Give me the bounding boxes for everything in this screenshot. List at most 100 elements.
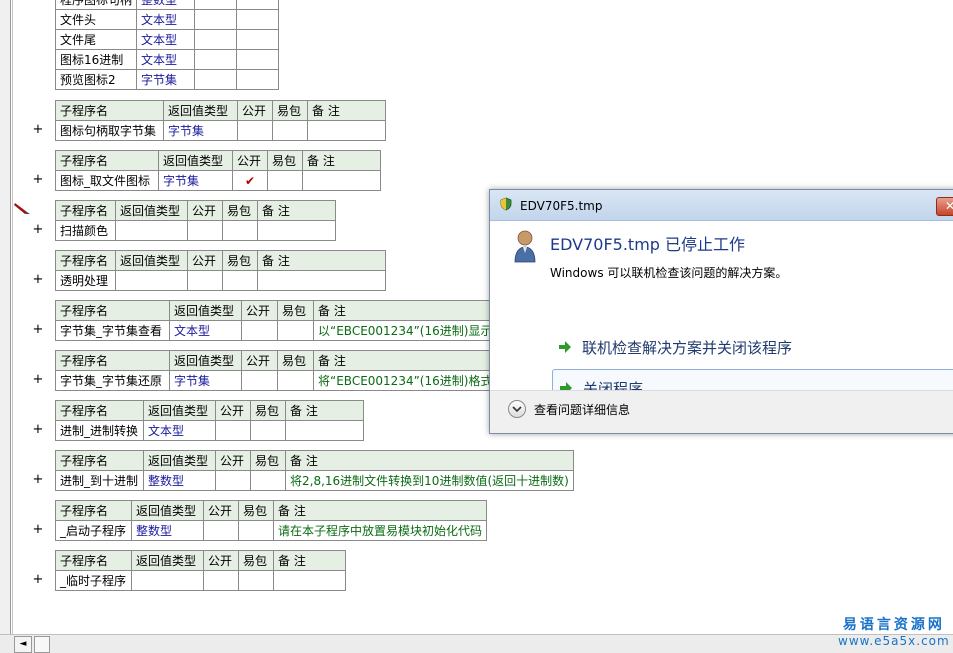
scroll-thumb[interactable] bbox=[34, 636, 50, 653]
sub-return[interactable]: 整数型 bbox=[131, 520, 204, 541]
expand-toggle-icon[interactable]: + bbox=[31, 272, 45, 287]
col-header-public: 公开 bbox=[232, 150, 268, 171]
table-row[interactable]: 透明处理 bbox=[55, 270, 386, 291]
var-type[interactable]: 文本型 bbox=[136, 49, 196, 70]
sub-public[interactable] bbox=[237, 120, 273, 141]
sub-public[interactable] bbox=[241, 370, 278, 391]
table-row[interactable]: 文件头 文本型 bbox=[54, 9, 280, 30]
dialog-description: Windows 可以联机检查该问题的解决方案。 bbox=[550, 266, 788, 280]
table-row[interactable]: 图标句柄取字节集 字节集 bbox=[55, 120, 386, 141]
expand-toggle-icon[interactable]: + bbox=[31, 122, 45, 137]
sub-note[interactable] bbox=[285, 420, 364, 441]
view-details-link[interactable]: 查看问题详细信息 bbox=[534, 401, 630, 418]
expand-toggle-icon[interactable]: + bbox=[31, 472, 45, 487]
sub-easy[interactable] bbox=[250, 470, 286, 491]
sub-name[interactable]: 透明处理 bbox=[55, 270, 116, 291]
sub-return[interactable]: 文本型 bbox=[143, 420, 216, 441]
dialog-titlebar[interactable]: EDV70F5.tmp ✕ bbox=[490, 190, 953, 221]
user-icon bbox=[514, 230, 536, 263]
sub-public[interactable] bbox=[215, 420, 251, 441]
site-watermark: 易语言资源网 www.e5a5x.com bbox=[838, 614, 950, 648]
var-name[interactable]: 预览图标2 bbox=[54, 69, 138, 90]
variable-table: 程序图标句柄 整数型 文件头 文本型 文件尾 文本型 图标16进制 文本型 预览图标2 字… bbox=[54, 0, 280, 90]
sub-name[interactable]: 图标句柄取字节集 bbox=[55, 120, 164, 141]
sub-name[interactable]: 图标_取文件图标 bbox=[55, 170, 159, 191]
col-header-return: 返回值类型 bbox=[169, 350, 242, 371]
expand-toggle-icon[interactable]: + bbox=[31, 172, 45, 187]
sub-note[interactable] bbox=[257, 220, 336, 241]
sub-name[interactable]: 进制_进制转换 bbox=[55, 420, 144, 441]
expand-toggle-icon[interactable]: + bbox=[31, 422, 45, 437]
sub-note[interactable] bbox=[307, 120, 386, 141]
sub-return[interactable] bbox=[115, 270, 188, 291]
sub-public[interactable] bbox=[187, 220, 223, 241]
sub-easy[interactable] bbox=[277, 370, 314, 391]
var-type[interactable]: 整数型 bbox=[136, 0, 196, 10]
sub-easy[interactable] bbox=[238, 570, 274, 591]
var-name[interactable]: 图标16进制 bbox=[54, 49, 138, 70]
table-row[interactable]: 扫描颜色 bbox=[55, 220, 336, 241]
check-online-label: 联机检查解决方案并关闭该程序 bbox=[582, 339, 793, 357]
sub-name[interactable]: 字节集_字节集还原 bbox=[55, 370, 170, 391]
horizontal-scrollbar[interactable]: ◄ bbox=[0, 634, 953, 653]
sub-return[interactable] bbox=[131, 570, 204, 591]
close-button[interactable]: ✕ bbox=[936, 197, 953, 216]
var-type[interactable]: 文本型 bbox=[136, 9, 196, 30]
sub-return[interactable] bbox=[115, 220, 188, 241]
sub-public[interactable] bbox=[215, 470, 251, 491]
expand-toggle-icon[interactable]: + bbox=[31, 572, 45, 587]
var-type[interactable]: 字节集 bbox=[136, 69, 196, 90]
sub-name[interactable]: 进制_到十进制 bbox=[55, 470, 144, 491]
sub-name[interactable]: _临时子程序 bbox=[55, 570, 132, 591]
sub-easy[interactable] bbox=[272, 120, 308, 141]
table-row[interactable]: 图标16进制 文本型 bbox=[54, 49, 280, 70]
sub-public[interactable] bbox=[187, 270, 223, 291]
var-type[interactable]: 文本型 bbox=[136, 29, 196, 50]
expand-toggle-icon[interactable]: + bbox=[31, 522, 45, 537]
sub-note[interactable]: 将2,8,16进制文件转换到10进制数值(返回十进制数) bbox=[285, 470, 574, 491]
sub-easy[interactable] bbox=[238, 520, 274, 541]
table-row[interactable]: _临时子程序 bbox=[55, 570, 346, 591]
table-row[interactable]: 进制_进制转换 文本型 bbox=[55, 420, 364, 441]
expand-toggle-icon[interactable]: + bbox=[31, 372, 45, 387]
table-row[interactable]: 预览图标2 字节集 bbox=[54, 69, 280, 90]
sub-public[interactable] bbox=[203, 520, 239, 541]
sub-return[interactable]: 字节集 bbox=[158, 170, 233, 191]
table-row[interactable]: 进制_到十进制 整数型 将2,8,16进制文件转换到10进制数值(返回十进制数) bbox=[55, 470, 574, 491]
col-header-note: 备 注 bbox=[257, 250, 386, 271]
var-name[interactable]: 程序图标句柄 bbox=[54, 0, 138, 10]
sub-return[interactable]: 整数型 bbox=[143, 470, 216, 491]
table-row[interactable]: 文件尾 文本型 bbox=[54, 29, 280, 50]
sub-easy[interactable] bbox=[222, 220, 258, 241]
sub-name[interactable]: _启动子程序 bbox=[55, 520, 132, 541]
sub-easy[interactable] bbox=[222, 270, 258, 291]
sub-public-check-icon[interactable]: ✔ bbox=[232, 170, 268, 191]
var-name[interactable]: 文件尾 bbox=[54, 29, 138, 50]
sub-return[interactable]: 文本型 bbox=[169, 320, 242, 341]
sub-name[interactable]: 字节集_字节集查看 bbox=[55, 320, 170, 341]
col-header-return: 返回值类型 bbox=[131, 550, 204, 571]
table-row[interactable]: 程序图标句柄 整数型 bbox=[54, 0, 280, 10]
expand-toggle-icon[interactable]: + bbox=[31, 222, 45, 237]
sub-note[interactable]: 请在本子程序中放置易模块初始化代码 bbox=[272, 520, 488, 541]
col-header-public: 公开 bbox=[187, 200, 223, 221]
check-online-option[interactable]: 联机检查解决方案并关闭该程序 bbox=[552, 329, 953, 365]
sub-note[interactable] bbox=[302, 170, 381, 191]
var-name[interactable]: 文件头 bbox=[54, 9, 138, 30]
expand-toggle-icon[interactable]: + bbox=[31, 322, 45, 337]
table-row[interactable]: 图标_取文件图标 字节集 ✔ bbox=[55, 170, 381, 191]
sub-note[interactable] bbox=[257, 270, 386, 291]
table-row[interactable]: _启动子程序 整数型 请在本子程序中放置易模块初始化代码 bbox=[55, 520, 488, 541]
sub-return[interactable]: 字节集 bbox=[163, 120, 238, 141]
sub-return[interactable]: 字节集 bbox=[169, 370, 242, 391]
scroll-left-arrow-icon[interactable]: ◄ bbox=[14, 636, 32, 653]
sub-note[interactable] bbox=[273, 570, 346, 591]
sub-easy[interactable] bbox=[250, 420, 286, 441]
col-header-note: 备 注 bbox=[307, 100, 386, 121]
sub-easy[interactable] bbox=[267, 170, 303, 191]
sub-public[interactable] bbox=[203, 570, 239, 591]
chevron-down-icon[interactable] bbox=[508, 400, 526, 418]
sub-easy[interactable] bbox=[277, 320, 314, 341]
sub-public[interactable] bbox=[241, 320, 278, 341]
sub-name[interactable]: 扫描颜色 bbox=[55, 220, 116, 241]
